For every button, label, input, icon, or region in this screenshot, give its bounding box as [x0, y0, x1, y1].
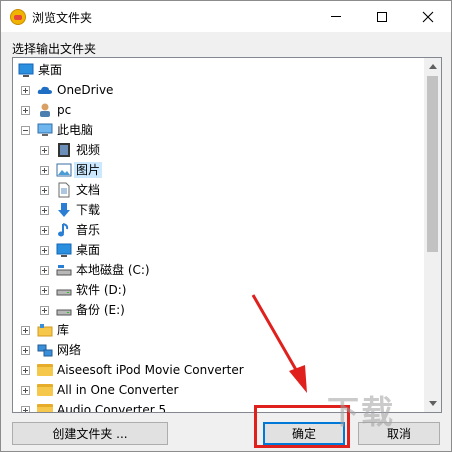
expand-toggle[interactable]	[40, 166, 49, 175]
tree-item-music[interactable]: 音乐	[13, 220, 423, 240]
tree-item-label: 桌面	[76, 243, 101, 257]
expand-toggle[interactable]	[40, 206, 49, 215]
expand-toggle[interactable]	[21, 86, 30, 95]
drive-icon	[56, 265, 72, 276]
tree-item-desktop[interactable]: 桌面	[13, 240, 423, 260]
user-icon	[40, 103, 50, 117]
dialog-prompt: 选择输出文件夹	[12, 42, 97, 56]
expand-toggle[interactable]	[21, 386, 30, 395]
chevron-up-icon	[428, 64, 437, 69]
folder-tree[interactable]: 桌面 OneDrive pc 此电脑 视频 图片 文档 下载 音乐 桌面 本地磁…	[12, 57, 442, 413]
expand-toggle[interactable]	[40, 286, 49, 295]
scrollbar-thumb[interactable]	[427, 76, 438, 252]
minimize-icon	[331, 16, 341, 17]
expand-toggle[interactable]	[40, 266, 49, 275]
close-button[interactable]	[405, 1, 451, 32]
tree-item-label: Aiseesoft iPod Movie Converter	[57, 363, 244, 377]
drive-icon	[56, 309, 72, 316]
drive-icon	[56, 289, 72, 296]
watermark-logo: 下载	[327, 393, 396, 431]
tree-item-label: 下载	[76, 203, 101, 217]
close-icon	[422, 11, 434, 22]
desktop-icon	[18, 63, 34, 77]
expand-toggle[interactable]	[21, 106, 30, 115]
collapse-toggle[interactable]	[21, 126, 30, 135]
app-icon	[10, 9, 26, 25]
window-title: 浏览文件夹	[32, 11, 93, 25]
folder-icon	[37, 404, 53, 412]
tree-item-documents[interactable]: 文档	[13, 180, 423, 200]
scroll-down-button[interactable]	[424, 395, 441, 412]
tree-item-label: OneDrive	[57, 83, 114, 97]
video-icon	[58, 143, 70, 157]
tree-item-label: 音乐	[76, 223, 101, 237]
tree-item-label: 此电脑	[57, 123, 94, 137]
documents-icon	[58, 182, 70, 198]
scroll-up-button[interactable]	[424, 58, 441, 75]
vertical-scrollbar[interactable]	[424, 58, 441, 412]
tree-item-onedrive[interactable]: OneDrive	[13, 80, 423, 100]
tree-item-label: 图片	[74, 162, 103, 178]
tree-item-this-pc[interactable]: 此电脑	[13, 120, 423, 140]
tree-item-label: 本地磁盘 (C:)	[76, 263, 150, 277]
library-icon	[37, 324, 53, 337]
tree-item-label: 网络	[57, 343, 82, 357]
chevron-down-icon	[428, 401, 437, 406]
tree-item-desktop-root[interactable]: 桌面	[13, 60, 423, 80]
tree-item-pictures[interactable]: 图片	[13, 160, 423, 180]
expand-toggle[interactable]	[21, 346, 30, 355]
cloud-icon	[37, 86, 52, 94]
tree-item-drive-d[interactable]: 软件 (D:)	[13, 280, 423, 300]
tree-item-label: All in One Converter	[57, 383, 179, 397]
tree-item-label: Audio Converter 5	[57, 403, 167, 413]
tree-item-pc[interactable]: pc	[13, 100, 423, 120]
music-icon	[58, 223, 69, 237]
expand-toggle[interactable]	[21, 326, 30, 335]
computer-icon	[37, 123, 53, 136]
tree-item-label: 桌面	[38, 63, 63, 77]
expand-toggle[interactable]	[21, 366, 30, 375]
tree-item-downloads[interactable]: 下载	[13, 200, 423, 220]
maximize-button[interactable]	[359, 1, 405, 32]
pictures-icon	[56, 163, 72, 177]
tree-item-network[interactable]: 网络	[13, 340, 423, 360]
tree-item-drive-c[interactable]: 本地磁盘 (C:)	[13, 260, 423, 280]
folder-icon	[37, 384, 53, 396]
expand-toggle[interactable]	[40, 146, 49, 155]
tree-item-label: 库	[57, 323, 70, 337]
tree-item-libraries[interactable]: 库	[13, 320, 423, 340]
expand-toggle[interactable]	[40, 246, 49, 255]
tree-item-videos[interactable]: 视频	[13, 140, 423, 160]
tree-item-drive-e[interactable]: 备份 (E:)	[13, 300, 423, 320]
title-bar: 浏览文件夹	[1, 1, 451, 32]
expand-toggle[interactable]	[21, 406, 30, 412]
tree-item-label: pc	[57, 103, 72, 117]
network-icon	[37, 344, 53, 357]
tree-item-label: 软件 (D:)	[76, 283, 127, 297]
tree-item-label: 备份 (E:)	[76, 303, 125, 317]
minimize-button[interactable]	[313, 1, 359, 32]
tree-item-label: 文档	[76, 183, 101, 197]
tree-item-folder[interactable]: Aiseesoft iPod Movie Converter	[13, 360, 423, 380]
expand-toggle[interactable]	[40, 186, 49, 195]
desktop-icon	[56, 243, 72, 257]
annotation-arrow-icon	[251, 294, 307, 393]
maximize-icon	[377, 11, 387, 22]
download-icon	[58, 203, 70, 217]
tree-item-label: 视频	[76, 143, 101, 157]
expand-toggle[interactable]	[40, 226, 49, 235]
folder-icon	[37, 364, 53, 376]
browse-folder-dialog: 浏览文件夹 选择输出文件夹 桌面 OneDrive pc 此电脑 视频 图片 文…	[0, 0, 452, 452]
create-folder-button[interactable]: 创建文件夹 ...	[12, 422, 168, 445]
expand-toggle[interactable]	[40, 306, 49, 315]
